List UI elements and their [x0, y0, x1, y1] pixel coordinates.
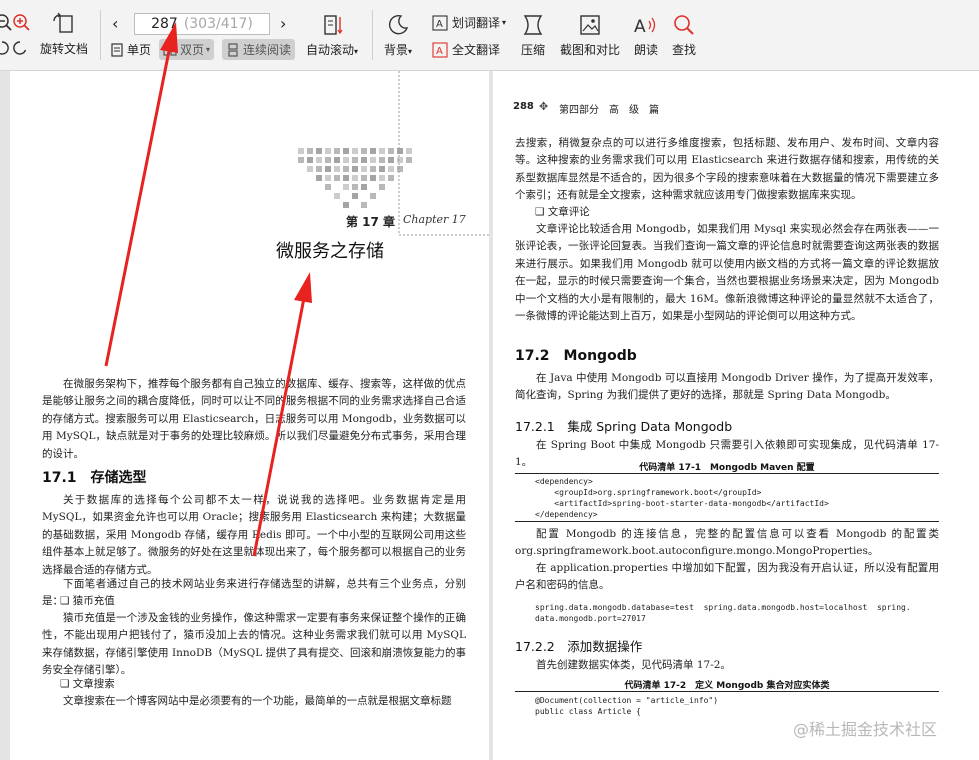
annotation-arrows [104, 22, 312, 557]
red-arrow-shaft [104, 45, 172, 367]
red-arrow-head [160, 22, 178, 53]
red-arrow-head [294, 272, 312, 303]
red-arrow-shaft [252, 297, 306, 557]
